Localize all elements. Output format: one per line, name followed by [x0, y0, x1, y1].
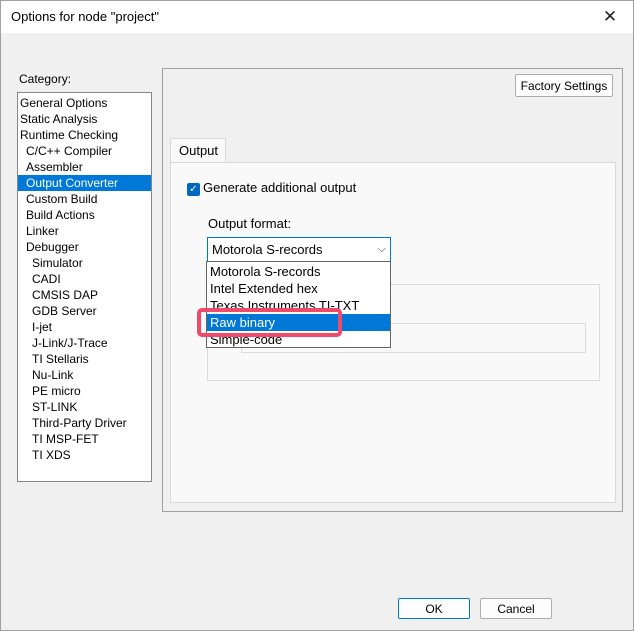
category-list[interactable]: General Options Static Analysis Runtime Ch… — [17, 92, 152, 482]
checkmark-icon: ✓ — [189, 183, 198, 195]
category-item[interactable]: TI Stellaris — [18, 351, 151, 367]
category-item[interactable]: J-Link/J-Trace — [18, 335, 151, 351]
category-item[interactable]: Output Converter — [18, 175, 151, 191]
chevron-down-icon[interactable]: ⌵ — [378, 238, 386, 261]
dropdown-option[interactable]: Simple-code — [207, 331, 390, 348]
tab-output[interactable]: Output — [170, 138, 226, 163]
title-bar: Options for node "project" ✕ — [1, 1, 633, 33]
category-item[interactable]: Nu-Link — [18, 367, 151, 383]
category-item[interactable]: GDB Server — [18, 303, 151, 319]
category-item[interactable]: Debugger — [18, 239, 151, 255]
category-item[interactable]: ST-LINK — [18, 399, 151, 415]
category-item[interactable]: CADI — [18, 271, 151, 287]
dropdown-option[interactable]: Motorola S-records — [207, 263, 390, 280]
ok-button[interactable]: OK — [398, 598, 470, 619]
output-format-select[interactable]: Motorola S-records ⌵ — [207, 237, 391, 262]
category-label: Category: — [19, 72, 72, 86]
category-item[interactable]: C/C++ Compiler — [18, 143, 151, 159]
category-item[interactable]: Assembler — [18, 159, 151, 175]
category-item[interactable]: PE micro — [18, 383, 151, 399]
category-item[interactable]: Custom Build — [18, 191, 151, 207]
dropdown-option[interactable]: Intel Extended hex — [207, 280, 390, 297]
category-item[interactable]: General Options — [18, 95, 151, 111]
dialog-title: Options for node "project" — [11, 9, 159, 24]
category-item[interactable]: Third-Party Driver — [18, 415, 151, 431]
dropdown-option[interactable]: Raw binary — [207, 314, 390, 331]
generate-output-label[interactable]: Generate additional output — [203, 180, 356, 195]
category-item[interactable]: TI XDS — [18, 447, 151, 463]
category-item[interactable]: Linker — [18, 223, 151, 239]
category-item[interactable]: TI MSP-FET — [18, 431, 151, 447]
output-format-label: Output format: — [208, 216, 292, 231]
close-icon: ✕ — [602, 6, 618, 26]
category-item[interactable]: Runtime Checking — [18, 127, 151, 143]
category-item[interactable]: Build Actions — [18, 207, 151, 223]
category-item[interactable]: CMSIS DAP — [18, 287, 151, 303]
output-format-value: Motorola S-records — [212, 242, 323, 257]
category-item[interactable]: Simulator — [18, 255, 151, 271]
category-item[interactable]: I-jet — [18, 319, 151, 335]
dropdown-option[interactable]: Texas Instruments TI-TXT — [207, 297, 390, 314]
cancel-button[interactable]: Cancel — [480, 598, 552, 619]
output-format-dropdown[interactable]: Motorola S-records Intel Extended hex Texa… — [206, 261, 391, 348]
generate-output-checkbox[interactable]: ✓ — [187, 183, 200, 196]
factory-settings-button[interactable]: Factory Settings — [515, 74, 613, 97]
close-button[interactable]: ✕ — [587, 1, 633, 32]
options-dialog: Options for node "project" ✕ Category: G… — [0, 0, 634, 631]
category-item[interactable]: Static Analysis — [18, 111, 151, 127]
